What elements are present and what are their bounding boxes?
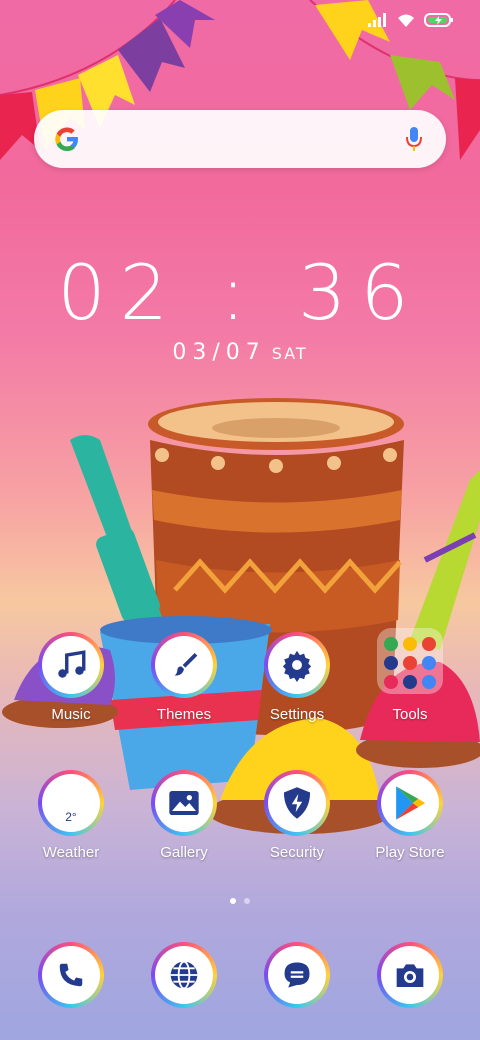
page-dot-active [230,898,236,904]
dock-messages[interactable] [242,942,352,1008]
day-of-week: SAT [271,344,308,363]
app-label: Settings [269,706,325,723]
app-label: Gallery [160,844,208,861]
app-icon-ring [151,770,217,836]
app-label: Music [51,706,91,723]
app-play-store[interactable]: Play Store [355,770,465,861]
app-tools-folder[interactable]: Tools [355,628,465,723]
app-icon-ring [377,942,443,1008]
date-text: 03/07 [172,340,266,365]
app-icon-ring [151,942,217,1008]
camera-icon [396,964,424,987]
play-store-icon [396,786,426,820]
app-icon-ring [377,770,443,836]
music-note-icon [58,650,86,678]
app-security[interactable]: Security [242,770,352,861]
app-themes[interactable]: Themes [129,632,239,723]
phone-icon [59,963,83,987]
app-icon-ring: 2° [38,770,104,836]
app-music[interactable]: Music [16,632,126,723]
dock-phone[interactable] [16,942,126,1008]
battery-charging-icon [424,13,453,27]
google-search-bar[interactable] [34,110,446,168]
paintbrush-icon [174,653,198,676]
clock-date: 03/07 SAT [0,340,480,365]
weather-temp: 2° [65,810,77,824]
page-indicator [0,898,480,904]
dock-camera[interactable] [355,942,465,1008]
folder-icon [377,628,443,694]
microphone-icon[interactable] [404,125,424,153]
app-icon-ring [264,770,330,836]
app-icon-ring [38,942,104,1008]
app-icon-ring [264,942,330,1008]
status-bar [368,12,454,28]
app-label: Tools [392,706,428,723]
app-weather[interactable]: 2° Weather [16,770,126,861]
dock-browser[interactable] [129,942,239,1008]
signal-icon [368,13,386,27]
wifi-icon [398,14,414,27]
message-icon [284,962,310,988]
shield-icon [283,787,311,819]
globe-icon [170,960,198,990]
gear-icon [282,650,312,682]
app-icon-ring [38,632,104,698]
app-label: Play Store [375,844,445,861]
app-icon-ring [264,632,330,698]
gallery-icon [169,791,199,815]
app-label: Security [269,844,325,861]
app-icon-ring [151,632,217,698]
app-settings[interactable]: Settings [242,632,352,723]
page-dot [244,898,250,904]
app-gallery[interactable]: Gallery [129,770,239,861]
app-label: Themes [156,706,212,723]
google-logo-icon [55,127,78,151]
clock-time[interactable]: 02 : 36 [0,248,480,337]
app-label: Weather [42,844,100,861]
